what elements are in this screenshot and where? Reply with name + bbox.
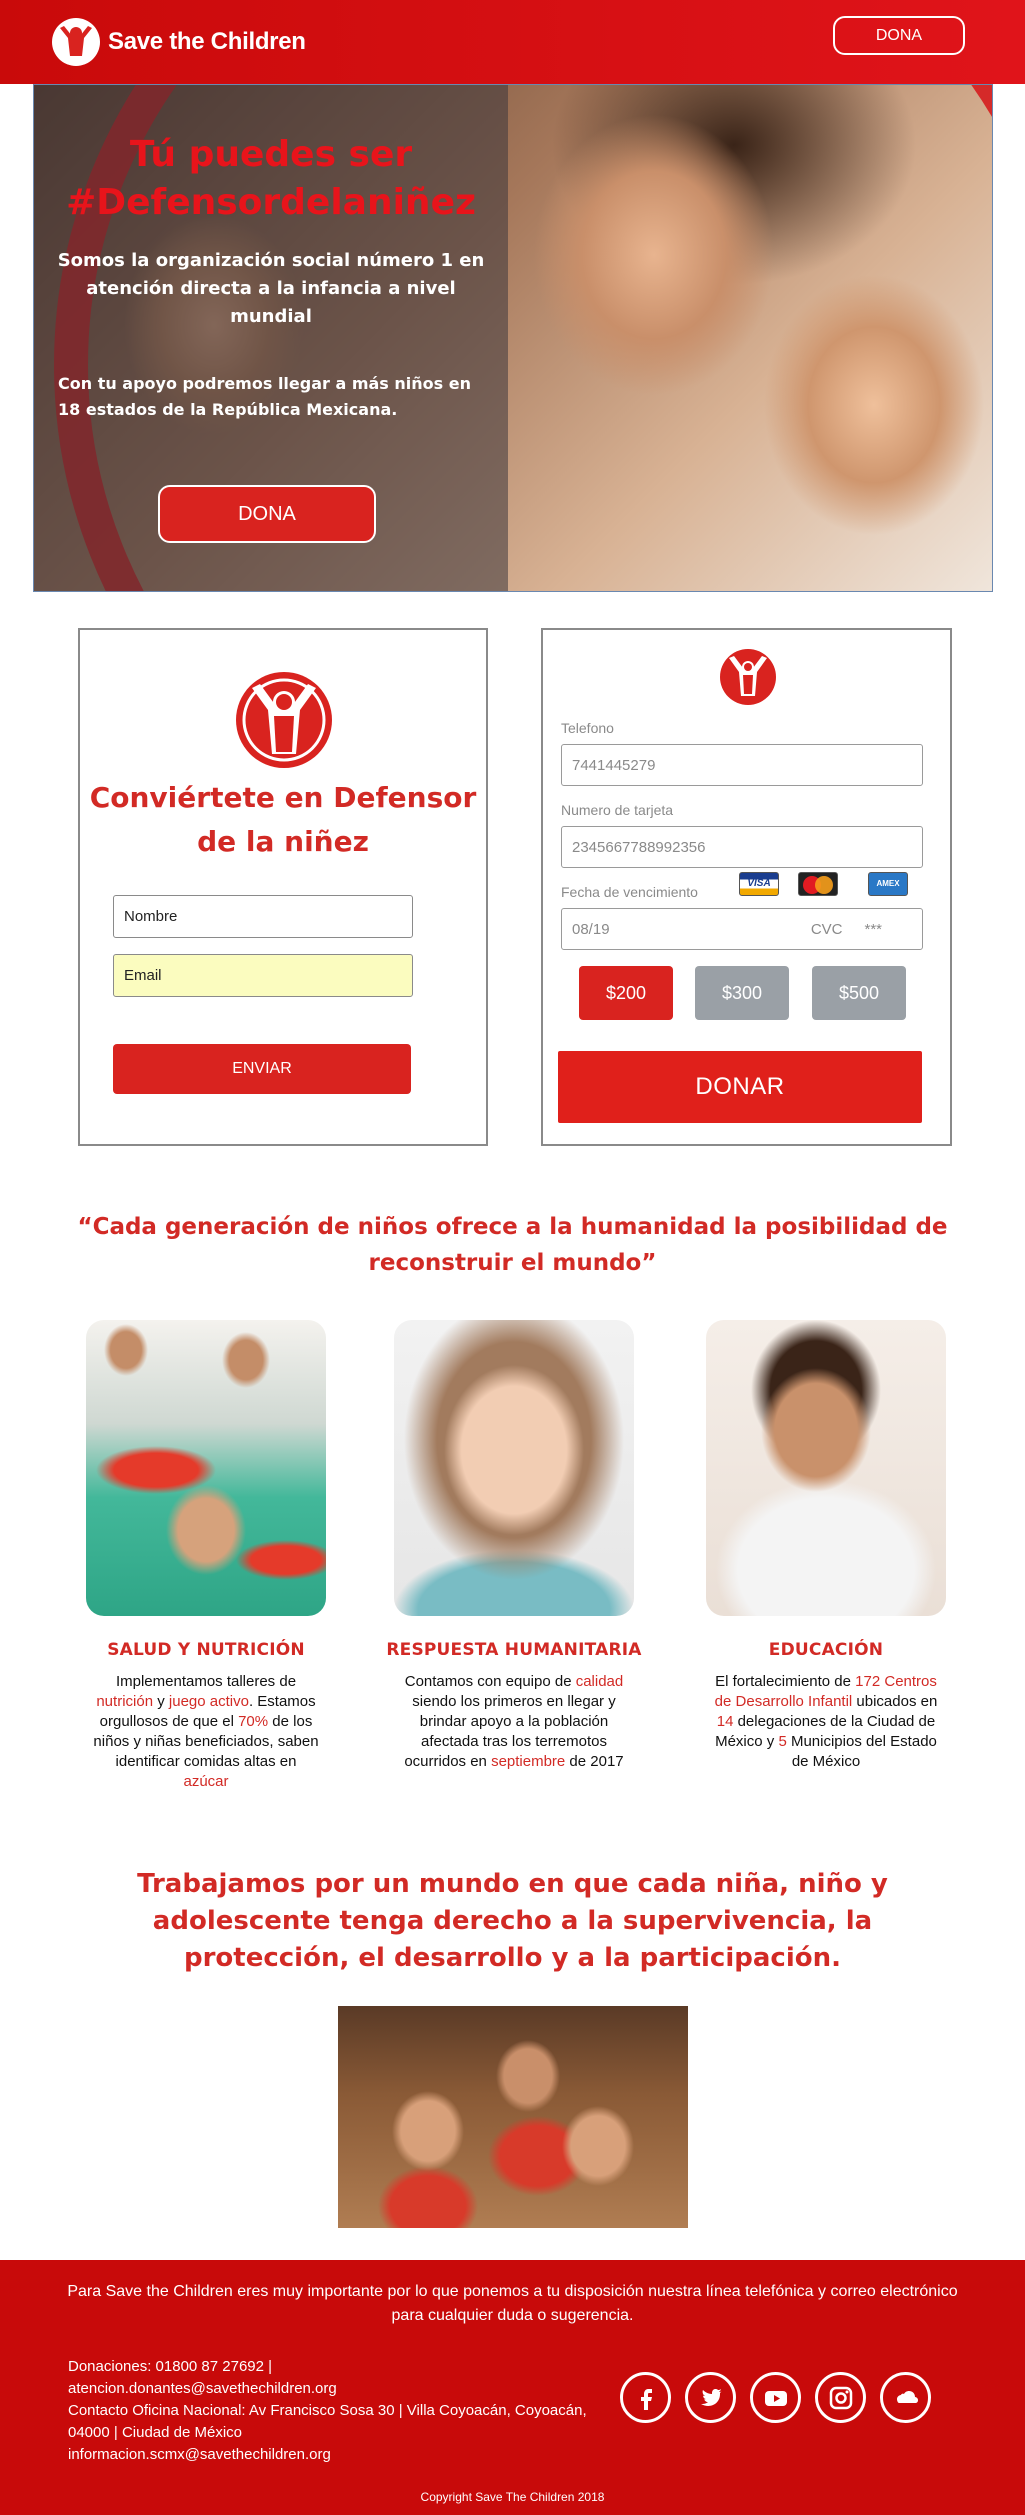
mission-statement: Trabajamos por un mundo en que cada niña… (137, 1869, 888, 1973)
humanitarian-photo (394, 1320, 634, 1616)
mastercard-icon (798, 872, 838, 896)
cvc-field[interactable]: CVC *** (811, 909, 882, 949)
save-the-children-logo[interactable]: Save the Children (50, 14, 306, 70)
site-footer: Para Save the Children eres muy importan… (0, 2260, 1025, 2515)
phone-input[interactable]: 7441445279 (561, 744, 923, 786)
hero-title: Tú puedes ser #Defensordelaniñez (34, 131, 508, 227)
email-input[interactable]: Email (113, 954, 413, 997)
child-emblem-icon (52, 18, 100, 66)
nutrition-heading: SALUD Y NUTRICIÓN (107, 1640, 305, 1660)
visa-text: VISA (747, 878, 771, 889)
hero-body: Con tu apoyo podremos llegar a más niños… (58, 374, 471, 419)
quote-text: “Cada generación de niños ofrece a la hu… (77, 1214, 948, 1276)
signup-title: Conviértete en Defensor de la niñez (89, 781, 477, 858)
youtube-icon[interactable] (750, 2372, 801, 2423)
hero-subtitle: Somos la organización social número 1 en… (57, 250, 485, 327)
hero-banner: Tú puedes ser #Defensordelaniñez Somos l… (33, 84, 993, 592)
facebook-icon[interactable] (620, 2372, 671, 2423)
footer-intro: Para Save the Children eres muy importan… (67, 2283, 958, 2324)
expiry-label: Fecha de vencimiento (561, 884, 698, 900)
instagram-icon[interactable] (815, 2372, 866, 2423)
cvc-label: CVC (810, 920, 843, 938)
enviar-button[interactable]: ENVIAR (113, 1044, 411, 1094)
humanitarian-heading: RESPUESTA HUMANITARIA (386, 1640, 642, 1660)
info-email-link[interactable]: informacion.scmx@savethechildren.org (68, 2444, 588, 2466)
donations-email-link[interactable]: atencion.donantes@savethechildren.org (68, 2378, 588, 2400)
amex-icon: AMEX (868, 872, 908, 896)
expiry-value: 08/19 (572, 920, 610, 938)
amex-text: AMEX (876, 879, 900, 888)
education-text: El fortalecimiento de 172 Centros de Des… (714, 1673, 938, 1770)
copyright-text: Copyright Save The Children 2018 (420, 2490, 605, 2504)
footer-contact: Donaciones: 01800 87 27692 | atencion.do… (68, 2356, 588, 2466)
card-number-label: Numero de tarjeta (561, 802, 674, 818)
hero-dona-button[interactable]: DONA (158, 485, 376, 543)
three-children-photo (338, 2006, 688, 2228)
child-emblem-icon (236, 672, 332, 768)
education-heading: EDUCACIÓN (768, 1640, 884, 1660)
donation-card: Telefono 7441445279 Numero de tarjeta 23… (541, 628, 952, 1146)
signup-card: Conviértete en Defensor de la niñez Nomb… (78, 628, 488, 1146)
logo-text: Save the Children (108, 28, 306, 55)
amount-300-button[interactable]: $300 (695, 966, 789, 1020)
amount-200-button[interactable]: $200 (579, 966, 673, 1020)
site-header: Save the Children DONA (0, 0, 1025, 84)
expiry-input[interactable]: 08/19 CVC *** (561, 908, 923, 950)
donaciones-phone[interactable]: Donaciones: 01800 87 27692 | (68, 2356, 588, 2378)
nombre-input[interactable]: Nombre (113, 895, 413, 938)
office-address: Contacto Oficina Nacional: Av Francisco … (68, 2402, 587, 2441)
nutrition-photo (86, 1320, 326, 1616)
donar-button[interactable]: DONAR (558, 1051, 922, 1123)
hero-title-line-2: #Defensordelaniñez (66, 182, 476, 223)
twitter-icon[interactable] (685, 2372, 736, 2423)
visa-icon: VISA (739, 872, 779, 896)
education-photo (706, 1320, 946, 1616)
header-dona-button[interactable]: DONA (833, 16, 965, 55)
child-emblem-icon (720, 649, 776, 705)
amount-500-button[interactable]: $500 (812, 966, 906, 1020)
nutrition-text: Implementamos talleres de nutrición y ju… (93, 1673, 319, 1790)
social-links (620, 2372, 931, 2423)
phone-label: Telefono (561, 720, 614, 736)
hero-title-line-1: Tú puedes ser (129, 134, 413, 175)
cvc-value: *** (864, 920, 882, 938)
card-number-input[interactable]: 2345667788992356 (561, 826, 923, 868)
soundcloud-icon[interactable] (880, 2372, 931, 2423)
humanitarian-text: Contamos con equipo de calidad siendo lo… (404, 1673, 624, 1770)
